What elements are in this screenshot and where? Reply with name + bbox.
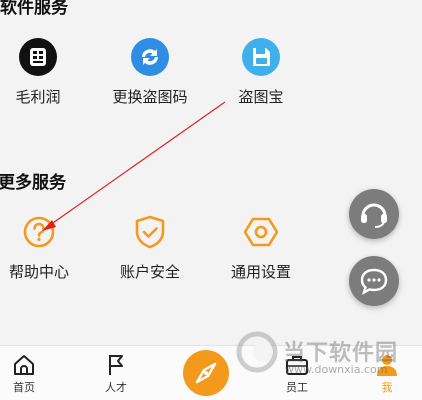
- tab-home-label: 首页: [13, 381, 35, 394]
- customer-service-button[interactable]: [349, 189, 399, 239]
- watermark-logo-icon: [236, 331, 278, 373]
- replace-code-item[interactable]: 更换盗图码: [95, 37, 205, 107]
- general-settings-label: 通用设置: [230, 263, 291, 281]
- more-services-title: 更多服务: [0, 173, 66, 193]
- tab-talent-label: 人才: [105, 381, 127, 394]
- help-center-item[interactable]: 帮助中心: [0, 212, 94, 282]
- watermark-url: www.downxia.com: [285, 363, 388, 376]
- gross-profit-item[interactable]: 毛利润: [0, 37, 93, 107]
- help-center-label: 帮助中心: [8, 263, 69, 281]
- help-circle-icon: [19, 212, 59, 252]
- watermark: 当下软件园 www.downxia.com: [235, 330, 422, 376]
- daotubao-label: 盗图宝: [238, 88, 284, 106]
- daotubao-item[interactable]: 盗图宝: [206, 37, 316, 107]
- headset-icon: [361, 203, 387, 228]
- tab-staff-label: 员工: [286, 381, 308, 394]
- account-security-label: 账户安全: [119, 263, 180, 281]
- software-services-title: 软件服务: [0, 0, 68, 18]
- replace-code-label: 更换盗图码: [112, 88, 188, 106]
- calculator-icon: [18, 37, 58, 77]
- shield-check-icon: [130, 212, 170, 252]
- tab-home[interactable]: 首页: [0, 346, 54, 400]
- hexagon-settings-icon: [241, 212, 281, 252]
- swap-icon: [130, 37, 170, 77]
- chat-button[interactable]: [349, 256, 399, 306]
- gross-profit-label: 毛利润: [15, 88, 61, 106]
- account-security-item[interactable]: 账户安全: [95, 212, 205, 282]
- tab-me-label: 我: [381, 381, 393, 394]
- general-settings-item[interactable]: 通用设置: [206, 212, 316, 282]
- tab-talent[interactable]: 人才: [86, 346, 146, 400]
- floppy-disk-icon: [241, 37, 281, 77]
- compass-icon: [195, 362, 217, 384]
- chat-bubble-icon: [360, 268, 388, 295]
- flag-icon: [103, 353, 129, 377]
- home-icon: [11, 353, 37, 377]
- center-compass-button[interactable]: [183, 350, 229, 396]
